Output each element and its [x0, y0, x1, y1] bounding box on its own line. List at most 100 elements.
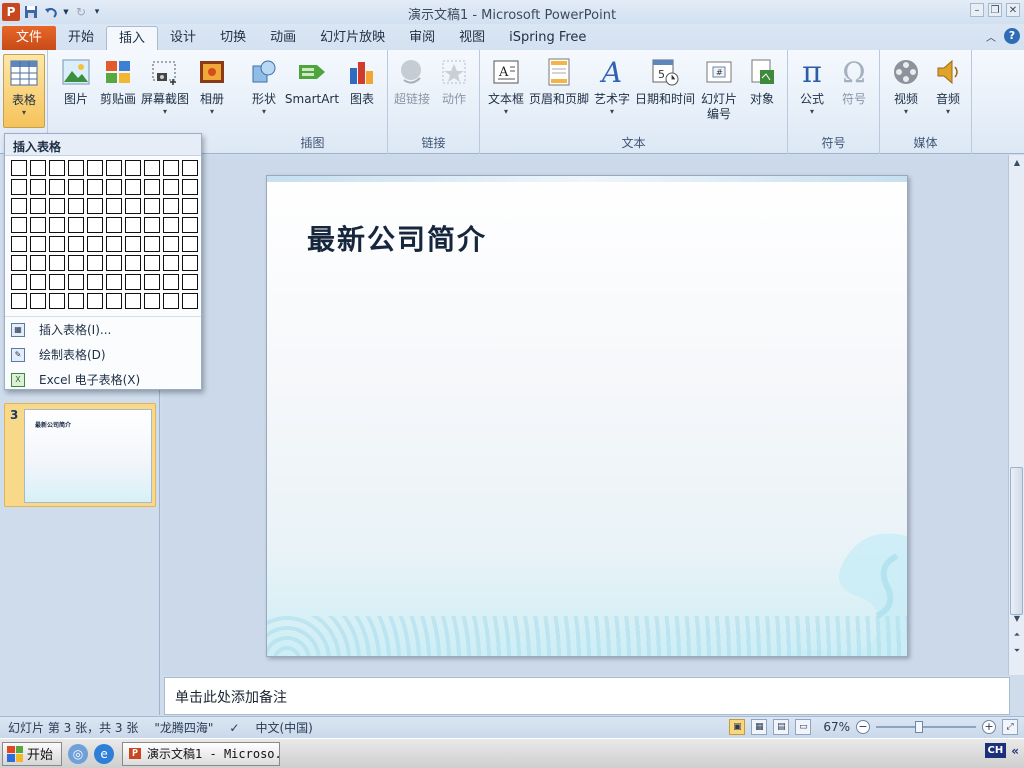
table-grid-cell[interactable]	[125, 179, 141, 195]
table-grid-cell[interactable]	[68, 274, 84, 290]
zoom-slider-knob[interactable]	[915, 721, 923, 733]
table-grid-cell[interactable]	[163, 217, 179, 233]
table-grid-cell[interactable]	[68, 217, 84, 233]
table-grid-cell[interactable]	[49, 217, 65, 233]
table-grid-cell[interactable]	[182, 179, 198, 195]
table-grid-cell[interactable]	[125, 293, 141, 309]
table-grid-cell[interactable]	[144, 255, 160, 271]
table-grid-cell[interactable]	[30, 198, 46, 214]
table-grid-cell[interactable]	[144, 274, 160, 290]
table-grid-cell[interactable]	[163, 198, 179, 214]
textbox-button[interactable]: A 文本框 ▾	[484, 54, 528, 128]
tab-file[interactable]: 文件	[2, 26, 57, 50]
wordart-button[interactable]: A 艺术字 ▾	[590, 54, 634, 128]
table-grid-cell[interactable]	[68, 160, 84, 176]
tab-ispring[interactable]: iSpring Free	[497, 26, 598, 50]
chart-button[interactable]: 图表	[340, 54, 384, 128]
table-grid-cell[interactable]	[182, 255, 198, 271]
excel-spreadsheet-menu-item[interactable]: X Excel 电子表格(X)	[5, 367, 201, 392]
slide-sorter-view-button[interactable]: ▦	[751, 719, 768, 735]
table-grid-cell[interactable]	[125, 217, 141, 233]
audio-button[interactable]: 音频 ▾	[926, 54, 970, 128]
shapes-button[interactable]: 形状 ▾	[242, 54, 286, 128]
video-button[interactable]: 视频 ▾	[884, 54, 928, 128]
table-grid-cell[interactable]	[11, 160, 27, 176]
spell-check-icon[interactable]: ✓	[221, 721, 247, 735]
tab-slideshow[interactable]: 幻灯片放映	[308, 26, 397, 50]
scrollbar-thumb[interactable]	[1010, 467, 1023, 615]
zoom-out-button[interactable]: −	[856, 720, 870, 734]
table-grid-cell[interactable]	[49, 160, 65, 176]
scroll-up-icon[interactable]: ▲	[1009, 155, 1024, 171]
table-grid-cell[interactable]	[30, 255, 46, 271]
draw-table-menu-item[interactable]: ✎ 绘制表格(D)	[5, 342, 201, 367]
table-grid-cell[interactable]	[144, 236, 160, 252]
table-grid-cell[interactable]	[182, 236, 198, 252]
restore-button[interactable]: ❐	[988, 3, 1002, 17]
slide-number-button[interactable]: # 幻灯片 编号	[696, 54, 742, 128]
input-method-indicator[interactable]: CH	[984, 743, 1007, 758]
table-grid-cell[interactable]	[163, 179, 179, 195]
table-grid-cell[interactable]	[68, 179, 84, 195]
table-grid-cell[interactable]	[87, 293, 103, 309]
table-grid-cell[interactable]	[106, 217, 122, 233]
clipart-button[interactable]: 剪贴画	[96, 54, 140, 128]
scroll-down-icon[interactable]: ▼	[1009, 611, 1024, 627]
table-grid-cell[interactable]	[49, 198, 65, 214]
previous-slide-icon[interactable]: ⏶	[1009, 627, 1024, 643]
table-grid-cell[interactable]	[11, 293, 27, 309]
equation-button[interactable]: π 公式 ▾	[790, 54, 834, 128]
table-grid-cell[interactable]	[87, 274, 103, 290]
tab-design[interactable]: 设计	[158, 26, 208, 50]
table-grid-cell[interactable]	[182, 274, 198, 290]
table-grid-cell[interactable]	[49, 179, 65, 195]
tab-review[interactable]: 审阅	[397, 26, 447, 50]
normal-view-button[interactable]: ▣	[729, 719, 746, 735]
table-grid-cell[interactable]	[144, 198, 160, 214]
table-grid-cell[interactable]	[144, 293, 160, 309]
table-grid-cell[interactable]	[163, 255, 179, 271]
table-grid-cell[interactable]	[11, 236, 27, 252]
table-grid-cell[interactable]	[30, 236, 46, 252]
symbol-button[interactable]: Ω 符号	[832, 54, 876, 128]
header-footer-button[interactable]: 页眉和页脚	[528, 54, 590, 128]
customize-qat-icon[interactable]: ▾	[92, 3, 102, 21]
table-grid-cell[interactable]	[68, 236, 84, 252]
table-grid-cell[interactable]	[163, 160, 179, 176]
reading-view-button[interactable]: ▤	[773, 719, 790, 735]
undo-icon[interactable]	[42, 3, 60, 21]
picture-button[interactable]: 图片	[54, 54, 98, 128]
save-icon[interactable]	[22, 3, 40, 21]
table-grid-cell[interactable]	[182, 160, 198, 176]
table-grid-cell[interactable]	[182, 217, 198, 233]
table-grid-cell[interactable]	[49, 255, 65, 271]
vertical-scrollbar[interactable]: ▲ ▼ ⏶ ⏷	[1008, 155, 1024, 675]
table-grid-cell[interactable]	[163, 236, 179, 252]
table-grid-cell[interactable]	[125, 274, 141, 290]
table-grid-cell[interactable]	[30, 293, 46, 309]
slide-thumbnail-3[interactable]: 3 最新公司简介	[4, 403, 156, 507]
zoom-level[interactable]: 67%	[823, 720, 850, 734]
slideshow-view-button[interactable]: ▭	[795, 719, 812, 735]
table-grid-cell[interactable]	[30, 160, 46, 176]
minimize-ribbon-icon[interactable]: ︿	[986, 29, 996, 44]
table-grid-cell[interactable]	[125, 198, 141, 214]
quick-launch-show-desktop-icon[interactable]: ◎	[68, 743, 89, 764]
album-button[interactable]: 相册 ▾	[190, 54, 234, 128]
table-grid-cell[interactable]	[30, 179, 46, 195]
table-size-grid[interactable]	[11, 160, 199, 310]
start-button[interactable]: 开始	[2, 741, 63, 766]
taskbar-powerpoint-window[interactable]: P 演示文稿1 - Microso...	[122, 741, 281, 766]
slide-canvas[interactable]: 最新公司简介	[266, 175, 908, 657]
table-grid-cell[interactable]	[163, 274, 179, 290]
table-grid-cell[interactable]	[125, 255, 141, 271]
table-grid-cell[interactable]	[30, 217, 46, 233]
tab-view[interactable]: 视图	[447, 26, 497, 50]
next-slide-icon[interactable]: ⏷	[1009, 643, 1024, 659]
object-button[interactable]: 对象	[740, 54, 784, 128]
slide-title[interactable]: 最新公司简介	[307, 218, 487, 258]
table-grid-cell[interactable]	[11, 217, 27, 233]
table-grid-cell[interactable]	[87, 179, 103, 195]
table-grid-cell[interactable]	[182, 293, 198, 309]
table-grid-cell[interactable]	[30, 274, 46, 290]
